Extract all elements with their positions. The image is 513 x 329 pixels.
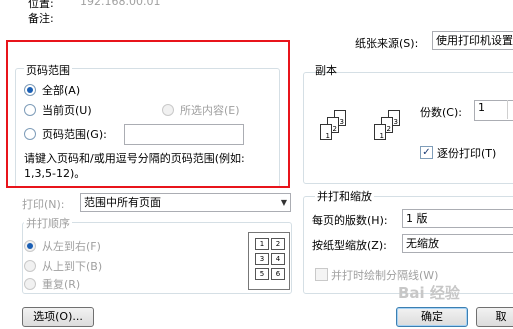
chevron-down-icon: ▼ <box>280 198 287 207</box>
scale-label: 按纸型缩放(Z): <box>312 239 387 252</box>
print-label: 打印(N): <box>22 198 65 211</box>
order-title: 并打顺序 <box>24 215 72 231</box>
scale-value: 无缩放 <box>406 237 439 250</box>
radio-top-to-bottom-label[interactable]: 从上到下(B) <box>42 258 102 274</box>
zoom-title: 并打和缩放 <box>315 188 374 204</box>
radio-left-to-right-label[interactable]: 从左到右(F) <box>42 238 101 254</box>
radio-repeat[interactable] <box>24 278 36 290</box>
draw-borders-label[interactable]: 并打时绘制分隔线(W) <box>331 267 438 283</box>
radio-top-to-bottom[interactable] <box>24 260 36 272</box>
copies-count-label: 份数(C): <box>420 106 462 119</box>
location-value: 192.168.00.01 <box>80 0 161 8</box>
cancel-button[interactable]: 取 <box>476 307 513 327</box>
radio-left-to-right[interactable] <box>24 240 36 252</box>
options-button[interactable]: 选项(O)... <box>22 307 94 327</box>
paper-source-value: 使用打印机设置 <box>436 34 513 47</box>
draw-borders-checkbox[interactable] <box>315 268 328 281</box>
scale-select[interactable]: 无缩放 <box>402 234 513 253</box>
baidu-watermark: Bai 经验 <box>398 284 460 302</box>
collate-label[interactable]: 逐份打印(T) <box>437 145 496 161</box>
paper-source-label: 纸张来源(S): <box>355 37 419 50</box>
pages-per-sheet-label: 每页的版数(H): <box>312 214 388 227</box>
print-select[interactable]: 范围中所有页面 ▼ <box>80 193 291 212</box>
collate-checkbox[interactable]: ✓ <box>420 146 433 159</box>
comment-label: 备注: <box>28 12 54 25</box>
copies-count-value: 1 <box>478 101 485 114</box>
pages-per-sheet-value: 1 版 <box>406 212 428 225</box>
pages-per-sheet-select[interactable]: 1 版 <box>402 209 513 228</box>
ok-button[interactable]: 确定 <box>396 307 468 327</box>
copies-spinner[interactable] <box>507 100 513 119</box>
copies-title: 副本 <box>315 64 337 77</box>
highlight-box <box>6 40 290 188</box>
order-preview: 1 2 3 4 5 6 <box>248 232 290 290</box>
radio-repeat-label[interactable]: 重复(R) <box>42 276 80 292</box>
paper-source-select[interactable]: 使用打印机设置 <box>432 31 513 50</box>
print-select-value: 范围中所有页面 <box>84 196 161 209</box>
